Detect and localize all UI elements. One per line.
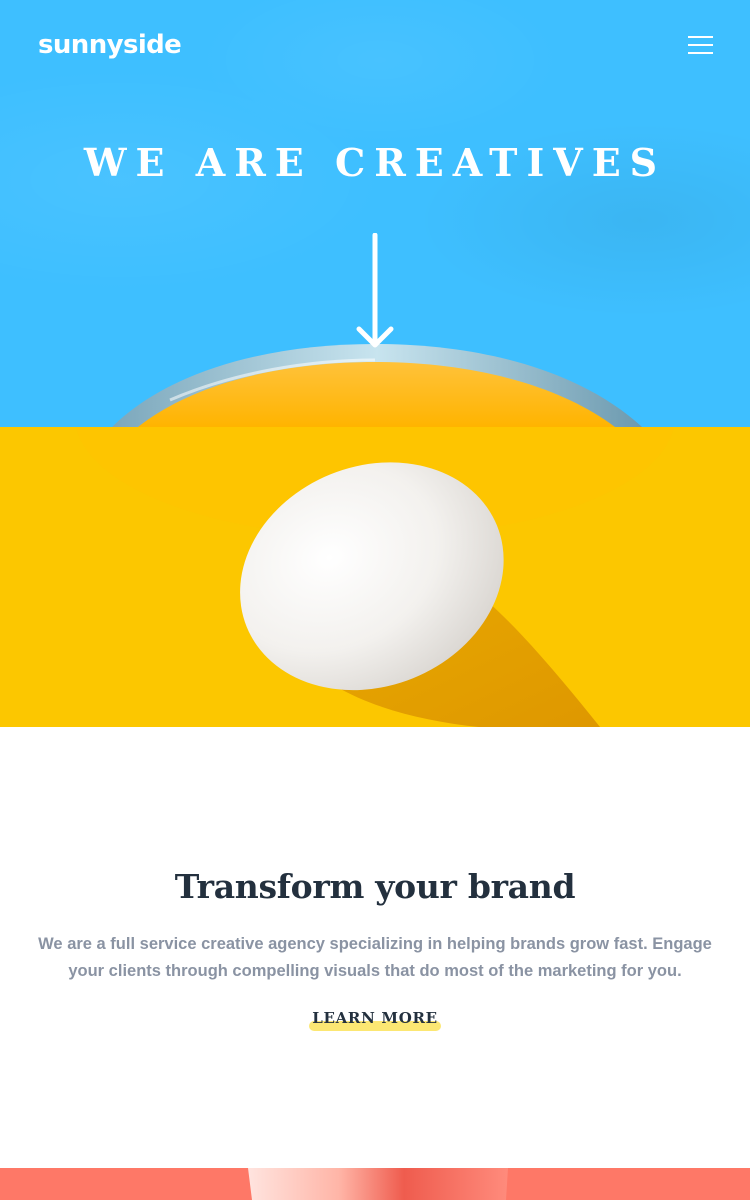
egg-image [0, 427, 750, 727]
arrow-down-icon [356, 233, 394, 348]
transform-section: Transform your brand We are a full servi… [0, 727, 750, 1168]
egg-photo [0, 427, 750, 727]
next-section-photo [0, 1168, 750, 1200]
hero-title: WE ARE CREATIVES [83, 140, 667, 185]
top-navigation: sunnyside [38, 30, 713, 60]
section-description: We are a full service creative agency sp… [38, 935, 712, 980]
menu-bar [688, 52, 713, 54]
brand-logo[interactable]: sunnyside [38, 32, 182, 58]
section-title: Transform your brand [174, 867, 576, 906]
hero-section: sunnyside WE ARE CREATIVES [0, 0, 750, 427]
menu-bar [688, 44, 713, 46]
hamburger-menu-icon[interactable] [688, 36, 713, 54]
learn-more-label: LEARN MORE [312, 1009, 438, 1027]
next-section-image [0, 1168, 750, 1200]
dish-rim-image [112, 344, 642, 427]
learn-more-link[interactable]: LEARN MORE [309, 1007, 441, 1033]
menu-bar [688, 36, 713, 38]
